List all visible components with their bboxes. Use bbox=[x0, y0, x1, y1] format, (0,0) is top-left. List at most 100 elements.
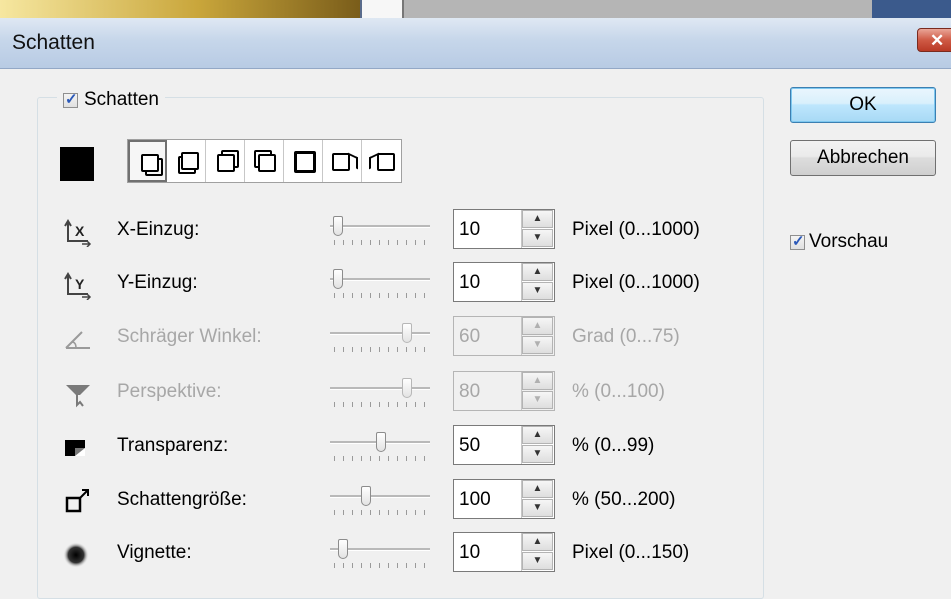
transparency-slider[interactable] bbox=[330, 429, 430, 463]
spin-down-button[interactable]: ▼ bbox=[522, 445, 553, 463]
object-shape bbox=[377, 153, 395, 171]
perspective-row: Perspektive: 80 ▲ ▼ % (0...100) bbox=[0, 369, 951, 419]
x-offset-spinbox[interactable]: 10 ▲ ▼ bbox=[453, 209, 555, 249]
y-offset-row: Y Y-Einzug: 10 ▲ ▼ Pixel (0...1000) bbox=[0, 260, 951, 310]
y-offset-spinbox[interactable]: 10 ▲ ▼ bbox=[453, 262, 555, 302]
skew-angle-spinbox[interactable]: 60 ▲ ▼ bbox=[453, 316, 555, 356]
shadow-size-spinbox[interactable]: 100 ▲ ▼ bbox=[453, 479, 555, 519]
vignette-slider[interactable] bbox=[330, 536, 430, 570]
slider-thumb[interactable] bbox=[402, 323, 412, 343]
object-shape bbox=[217, 154, 235, 172]
close-icon: ✕ bbox=[930, 31, 945, 50]
slider-track bbox=[330, 495, 430, 498]
slider-track bbox=[330, 278, 430, 281]
shadow-type-perspective-right[interactable] bbox=[323, 140, 362, 182]
checkbox[interactable]: ✓ bbox=[790, 233, 805, 250]
object-shape bbox=[181, 152, 199, 170]
spin-up-button[interactable]: ▲ bbox=[522, 263, 553, 281]
object-shape bbox=[294, 151, 316, 173]
perspective-label: Perspektive: bbox=[117, 381, 222, 402]
spin-down-button[interactable]: ▼ bbox=[522, 391, 553, 409]
window-title: Schatten bbox=[12, 31, 95, 54]
shadow-checkbox-label: Schatten bbox=[84, 89, 159, 110]
perspective-input[interactable]: 80 bbox=[459, 381, 480, 403]
shadow-type-perspective-left[interactable] bbox=[362, 140, 401, 182]
slider-thumb[interactable] bbox=[333, 269, 343, 289]
slider-thumb[interactable] bbox=[338, 539, 348, 559]
preview-label: Vorschau bbox=[809, 231, 889, 252]
spin-up-button[interactable]: ▲ bbox=[522, 372, 553, 390]
y-offset-icon: Y bbox=[64, 272, 92, 300]
slider-track bbox=[330, 332, 430, 335]
perspective-slider[interactable] bbox=[330, 375, 430, 409]
slider-track bbox=[330, 387, 430, 390]
preview-checkbox[interactable]: ✓ Vorschau bbox=[790, 231, 888, 253]
spin-down-button[interactable]: ▼ bbox=[522, 336, 553, 354]
y-offset-input[interactable]: 10 bbox=[459, 272, 480, 294]
dialog-body: ✓ Schatten X X-Einzug: 10 ▲ ▼ Pixel (0..… bbox=[0, 69, 951, 599]
spin-buttons: ▲ ▼ bbox=[521, 372, 554, 410]
spin-up-button[interactable]: ▲ bbox=[522, 533, 553, 551]
spin-down-button[interactable]: ▼ bbox=[522, 499, 553, 517]
y-offset-label: Y-Einzug: bbox=[117, 272, 198, 293]
slider-ticks bbox=[334, 293, 426, 298]
vignette-label: Vignette: bbox=[117, 542, 192, 563]
shadow-type-top-right[interactable] bbox=[206, 140, 245, 182]
spin-buttons: ▲ ▼ bbox=[521, 263, 554, 301]
title-bar[interactable]: Schatten ✕ bbox=[0, 18, 951, 69]
shadow-type-bottom-left[interactable] bbox=[167, 140, 206, 182]
slider-thumb[interactable] bbox=[361, 486, 371, 506]
skew-angle-slider[interactable] bbox=[330, 320, 430, 354]
spin-down-button[interactable]: ▼ bbox=[522, 229, 553, 247]
shadow-enable-checkbox[interactable]: ✓ Schatten bbox=[57, 89, 165, 111]
spin-buttons: ▲ ▼ bbox=[521, 480, 554, 518]
slider-thumb[interactable] bbox=[376, 432, 386, 452]
spin-buttons: ▲ ▼ bbox=[521, 533, 554, 571]
x-offset-input[interactable]: 10 bbox=[459, 219, 480, 241]
spin-up-button[interactable]: ▲ bbox=[522, 426, 553, 444]
shadow-size-icon bbox=[65, 489, 89, 513]
perspective-icon bbox=[66, 385, 90, 408]
svg-text:X: X bbox=[75, 223, 85, 239]
ok-button[interactable]: OK bbox=[790, 87, 936, 123]
transparency-input[interactable]: 50 bbox=[459, 435, 480, 457]
skew-angle-row: Schräger Winkel: 60 ▲ ▼ Grad (0...75) bbox=[0, 314, 951, 364]
vignette-input[interactable]: 10 bbox=[459, 542, 480, 564]
y-offset-slider[interactable] bbox=[330, 266, 430, 300]
shadow-type-bottom-right[interactable] bbox=[128, 140, 167, 182]
perspective-spinbox[interactable]: 80 ▲ ▼ bbox=[453, 371, 555, 411]
transparency-row: Transparenz: 50 ▲ ▼ % (0...99) bbox=[0, 423, 951, 473]
close-button[interactable]: ✕ bbox=[917, 28, 951, 52]
vignette-icon bbox=[63, 542, 89, 568]
vignette-row: Vignette: 10 ▲ ▼ Pixel (0...150) bbox=[0, 530, 951, 580]
skew-angle-label: Schräger Winkel: bbox=[117, 326, 262, 347]
checkbox[interactable]: ✓ bbox=[63, 91, 78, 108]
x-offset-label: X-Einzug: bbox=[117, 219, 200, 240]
angle-icon bbox=[65, 331, 90, 349]
shadow-size-input[interactable]: 100 bbox=[459, 489, 491, 511]
x-offset-unit: Pixel (0...1000) bbox=[572, 219, 700, 240]
vignette-spinbox[interactable]: 10 ▲ ▼ bbox=[453, 532, 555, 572]
spin-down-button[interactable]: ▼ bbox=[522, 282, 553, 300]
shadow-size-row: Schattengröße: 100 ▲ ▼ % (50...200) bbox=[0, 477, 951, 527]
transparency-label: Transparenz: bbox=[117, 435, 229, 456]
shadow-size-label: Schattengröße: bbox=[117, 489, 247, 510]
shadow-color-swatch[interactable] bbox=[60, 147, 94, 181]
slider-track bbox=[330, 225, 430, 228]
cancel-button[interactable]: Abbrechen bbox=[790, 140, 936, 176]
spin-up-button[interactable]: ▲ bbox=[522, 317, 553, 335]
spin-up-button[interactable]: ▲ bbox=[522, 480, 553, 498]
slider-thumb[interactable] bbox=[402, 378, 412, 398]
shadow-type-all-around[interactable] bbox=[284, 140, 323, 182]
spin-down-button[interactable]: ▼ bbox=[522, 552, 553, 570]
slider-ticks bbox=[334, 456, 426, 461]
x-offset-slider[interactable] bbox=[330, 213, 430, 247]
slider-thumb[interactable] bbox=[333, 216, 343, 236]
transparency-spinbox[interactable]: 50 ▲ ▼ bbox=[453, 425, 555, 465]
skew-angle-unit: Grad (0...75) bbox=[572, 326, 680, 347]
skew-angle-input[interactable]: 60 bbox=[459, 326, 480, 348]
slider-ticks bbox=[334, 402, 426, 407]
spin-up-button[interactable]: ▲ bbox=[522, 210, 553, 228]
shadow-type-top-left[interactable] bbox=[245, 140, 284, 182]
shadow-size-slider[interactable] bbox=[330, 483, 430, 517]
